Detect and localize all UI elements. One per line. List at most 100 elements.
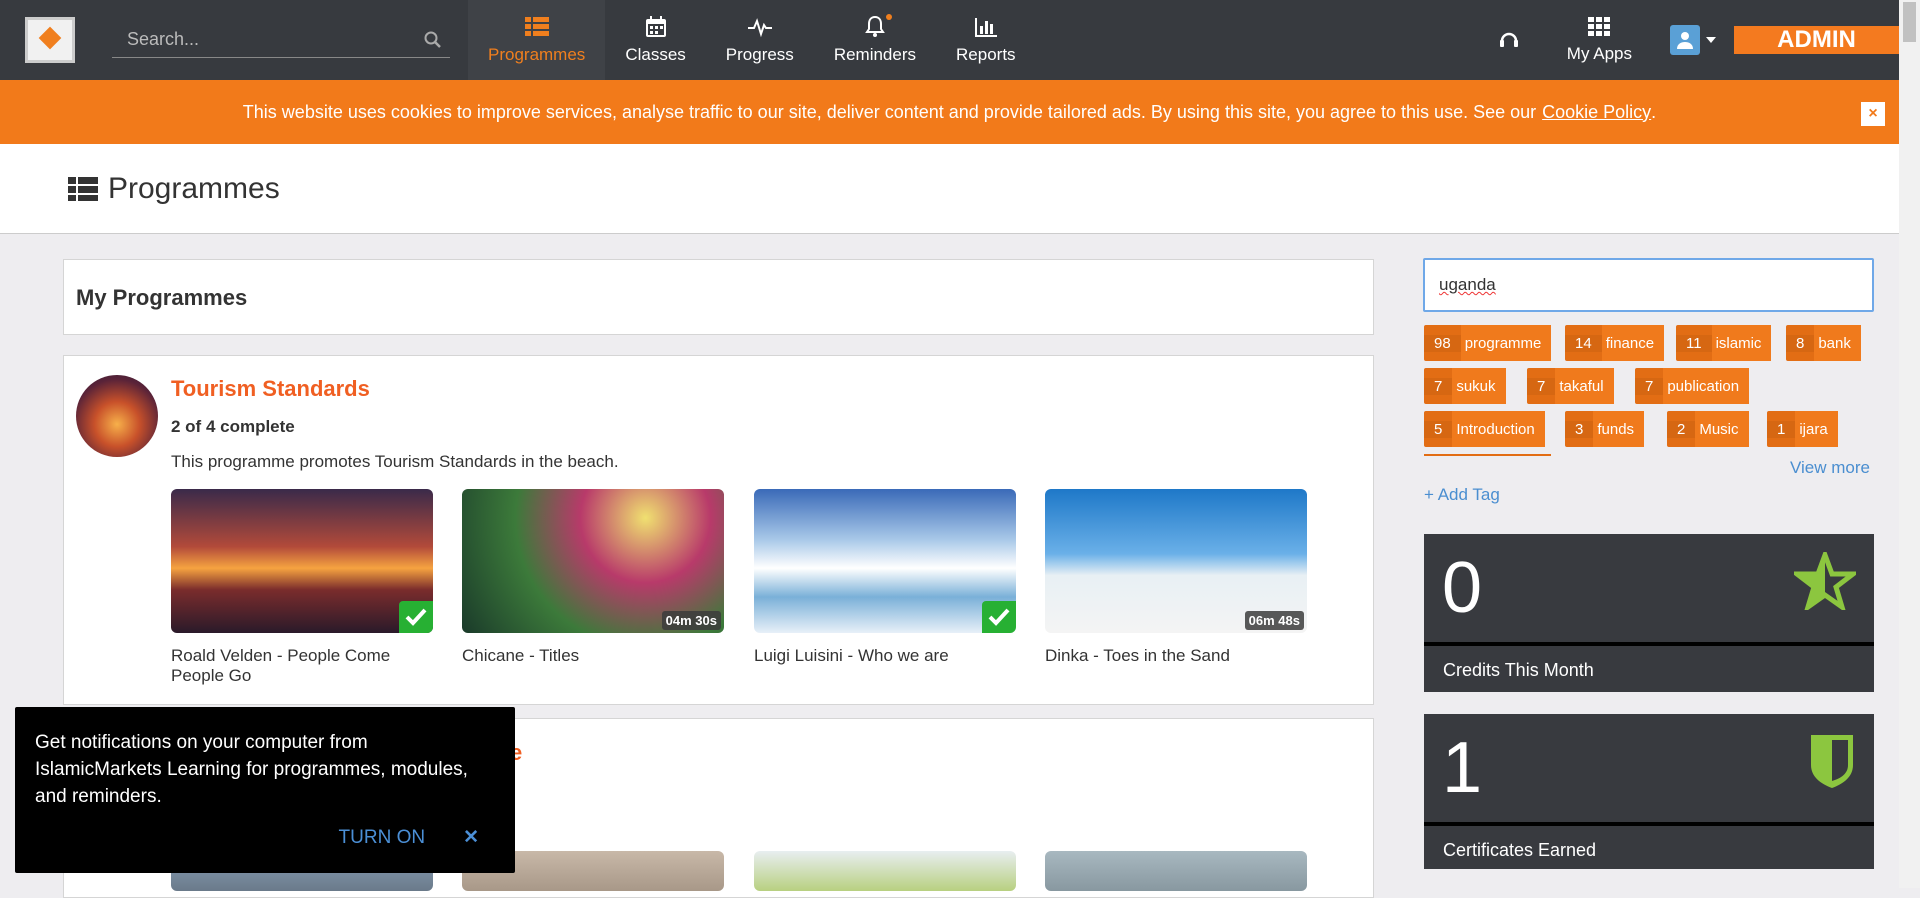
tag-count: 98: [1424, 334, 1461, 352]
my-apps-label: My Apps: [1566, 44, 1632, 63]
apps-grid-icon: [1588, 17, 1611, 36]
tag-item[interactable]: 8 bank: [1786, 325, 1861, 361]
tag-item[interactable]: 1 ijara: [1767, 411, 1838, 447]
logo-icon: [25, 17, 75, 63]
tag-search-input[interactable]: uganda: [1423, 258, 1874, 312]
tag-count: 7: [1424, 377, 1453, 395]
certificates-value: 1: [1442, 728, 1483, 808]
nav-label: Progress: [725, 45, 794, 64]
tag-label: Introduction: [1452, 411, 1545, 447]
scrollbar[interactable]: [1899, 0, 1920, 888]
tag-count: 3: [1565, 420, 1594, 438]
module-thumbnail[interactable]: 04m 30s: [462, 489, 724, 633]
tag-label: programme: [1460, 325, 1552, 361]
module-card[interactable]: 04m 30s Chicane - Titles: [462, 489, 724, 666]
tag-item[interactable]: 5 Introduction: [1424, 411, 1545, 447]
search-area: [100, 0, 450, 80]
tag-item[interactable]: 3 funds: [1565, 411, 1645, 447]
tag-count: 7: [1635, 377, 1664, 395]
shield-icon: [1811, 735, 1853, 788]
module-thumbnail[interactable]: [754, 851, 1016, 891]
tag-item[interactable]: 7 publication: [1635, 368, 1750, 404]
tag-label: islamic: [1711, 325, 1772, 361]
credits-card: 0 Credits This Month: [1424, 534, 1874, 692]
search-icon[interactable]: [424, 31, 442, 49]
nav-reports[interactable]: Reports: [936, 0, 1036, 80]
close-icon[interactable]: ×: [1861, 102, 1885, 126]
chevron-down-icon: [1706, 37, 1716, 43]
tag-count: 8: [1786, 334, 1815, 352]
nav-programmes[interactable]: Programmes: [468, 0, 606, 80]
support-button[interactable]: [1479, 29, 1539, 51]
tag-item[interactable]: 2 Music: [1667, 411, 1749, 447]
tag-label: sukuk: [1452, 368, 1506, 404]
logo[interactable]: [0, 0, 100, 80]
tag-input-value: uganda: [1439, 275, 1496, 294]
tag-count: 1: [1767, 420, 1796, 438]
tag-label: publication: [1663, 368, 1750, 404]
search-input[interactable]: [127, 29, 407, 50]
add-tag-link[interactable]: + Add Tag: [1424, 485, 1500, 505]
cookie-policy-link[interactable]: Cookie Policy: [1542, 102, 1651, 123]
star-icon: [1794, 552, 1856, 610]
module-title[interactable]: Roald Velden - People Come People Go: [171, 646, 433, 686]
check-icon: [982, 601, 1016, 633]
nav-reminders[interactable]: Reminders: [814, 0, 936, 80]
module-card[interactable]: 06m 48s Dinka - Toes in the Sand: [1045, 489, 1307, 666]
tag-label: Music: [1695, 411, 1749, 447]
tag-count: 11: [1676, 334, 1712, 352]
module-card[interactable]: Roald Velden - People Come People Go: [171, 489, 433, 686]
module-thumbnail[interactable]: [171, 489, 433, 633]
tag-overflow-edge: [1424, 454, 1551, 456]
module-title[interactable]: Chicane - Titles: [462, 646, 724, 666]
scrollbar-thumb[interactable]: [1903, 2, 1916, 42]
turn-on-button[interactable]: TURN ON: [339, 824, 426, 851]
close-icon[interactable]: ✕: [463, 824, 479, 851]
tag-label: ijara: [1795, 411, 1838, 447]
calendar-icon: [645, 16, 666, 37]
check-icon: [399, 601, 433, 633]
list-icon: [524, 17, 549, 36]
nav-classes[interactable]: Classes: [605, 0, 705, 80]
module-thumbnail[interactable]: [754, 489, 1016, 633]
notification-dot: [886, 14, 893, 20]
list-icon: [68, 176, 98, 201]
my-apps-button[interactable]: My Apps: [1539, 16, 1660, 64]
tag-count: 7: [1527, 377, 1556, 395]
main-nav: Programmes Classes Progress Reminders Re…: [468, 0, 1036, 80]
tag-item[interactable]: 7 takaful: [1527, 368, 1614, 404]
certificates-label: Certificates Earned: [1443, 840, 1597, 860]
cookie-end: .: [1651, 101, 1657, 122]
view-more-link[interactable]: View more: [1790, 458, 1870, 478]
notification-actions: TURN ON ✕: [339, 824, 479, 851]
cookie-text: This website uses cookies to improve ser…: [242, 101, 1537, 122]
certificates-card: 1 Certificates Earned: [1424, 714, 1874, 869]
search-box: [112, 22, 450, 58]
tag-item[interactable]: 7 sukuk: [1424, 368, 1506, 404]
module-thumbnail[interactable]: [1045, 851, 1307, 891]
tag-item[interactable]: 14 finance: [1565, 325, 1665, 361]
module-thumbnail[interactable]: 06m 48s: [1045, 489, 1307, 633]
nav-label: Classes: [625, 45, 686, 64]
admin-button[interactable]: ADMIN: [1734, 26, 1899, 54]
credits-label: Credits This Month: [1443, 660, 1594, 680]
tag-item[interactable]: 11 islamic: [1676, 325, 1772, 361]
programme-image[interactable]: [76, 375, 158, 457]
module-title[interactable]: Dinka - Toes in the Sand: [1045, 646, 1307, 666]
user-menu[interactable]: [1660, 25, 1734, 55]
pulse-icon: [747, 18, 772, 38]
programme-title[interactable]: Tourism Standards: [171, 376, 370, 402]
bar-chart-icon: [974, 18, 997, 37]
module-card[interactable]: Luigi Luisini - Who we are: [754, 489, 1016, 666]
push-notification-prompt: Get notifications on your computer from …: [15, 707, 515, 873]
nav-progress[interactable]: Progress: [706, 0, 814, 80]
right-nav: My Apps ADMIN: [1479, 0, 1899, 80]
nav-label: Reports: [956, 45, 1016, 64]
bell-icon: [865, 15, 885, 37]
tag-item[interactable]: 98 programme: [1424, 325, 1552, 361]
module-title[interactable]: Luigi Luisini - Who we are: [754, 646, 1016, 666]
user-icon: [1677, 32, 1693, 49]
tag-label: takaful: [1555, 368, 1614, 404]
nav-label: Programmes: [488, 45, 586, 64]
duration-badge: 04m 30s: [661, 611, 721, 630]
